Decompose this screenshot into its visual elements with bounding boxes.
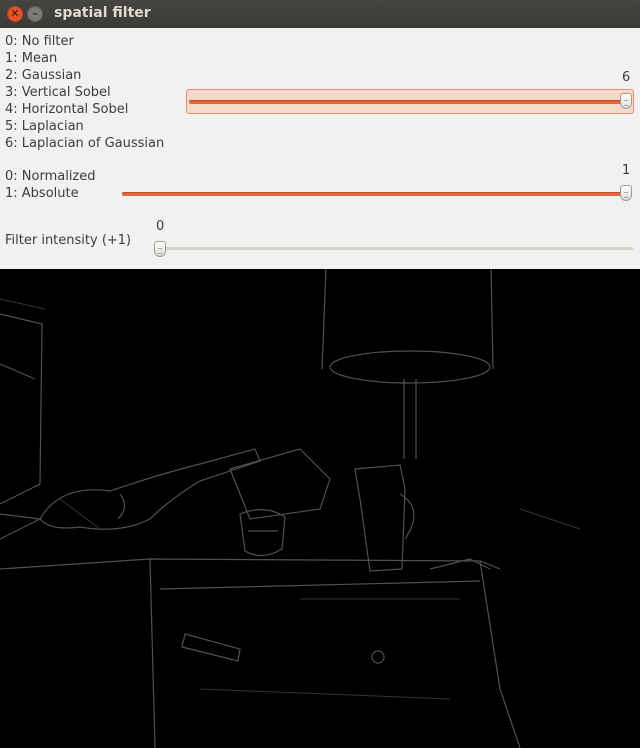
controls-panel: 0: No filter 1: Mean 2: Gaussian 3: Vert… [0,28,640,269]
mode-slider-track[interactable] [122,192,630,196]
filtered-image [0,269,640,748]
window-titlebar[interactable]: ✕ – spatial filter [0,0,640,28]
intensity-value: 0 [156,219,165,234]
mode-slider-handle[interactable] [620,185,632,201]
filter-value: 6 [622,70,631,85]
close-icon[interactable]: ✕ [7,6,23,22]
filter-option: 6: Laplacian of Gaussian [5,136,165,151]
minimize-icon[interactable]: – [27,6,43,22]
filter-option: 1: Mean [5,51,58,66]
mode-value: 1 [622,163,631,178]
filter-slider[interactable] [186,89,634,114]
intensity-label: Filter intensity (+1) [5,233,132,248]
intensity-slider-track[interactable] [156,247,633,250]
mode-option: 0: Normalized [5,169,96,184]
filter-option: 5: Laplacian [5,119,84,134]
filter-option: 2: Gaussian [5,68,82,83]
edge-image [0,269,581,748]
filter-option: 0: No filter [5,34,74,49]
filter-slider-handle[interactable] [620,93,632,109]
filter-option: 3: Vertical Sobel [5,85,111,100]
intensity-slider-handle[interactable] [154,241,166,257]
filter-slider-track[interactable] [189,100,625,104]
mode-option: 1: Absolute [5,186,79,201]
filter-option: 4: Horizontal Sobel [5,102,129,117]
window-title: spatial filter [54,5,151,21]
